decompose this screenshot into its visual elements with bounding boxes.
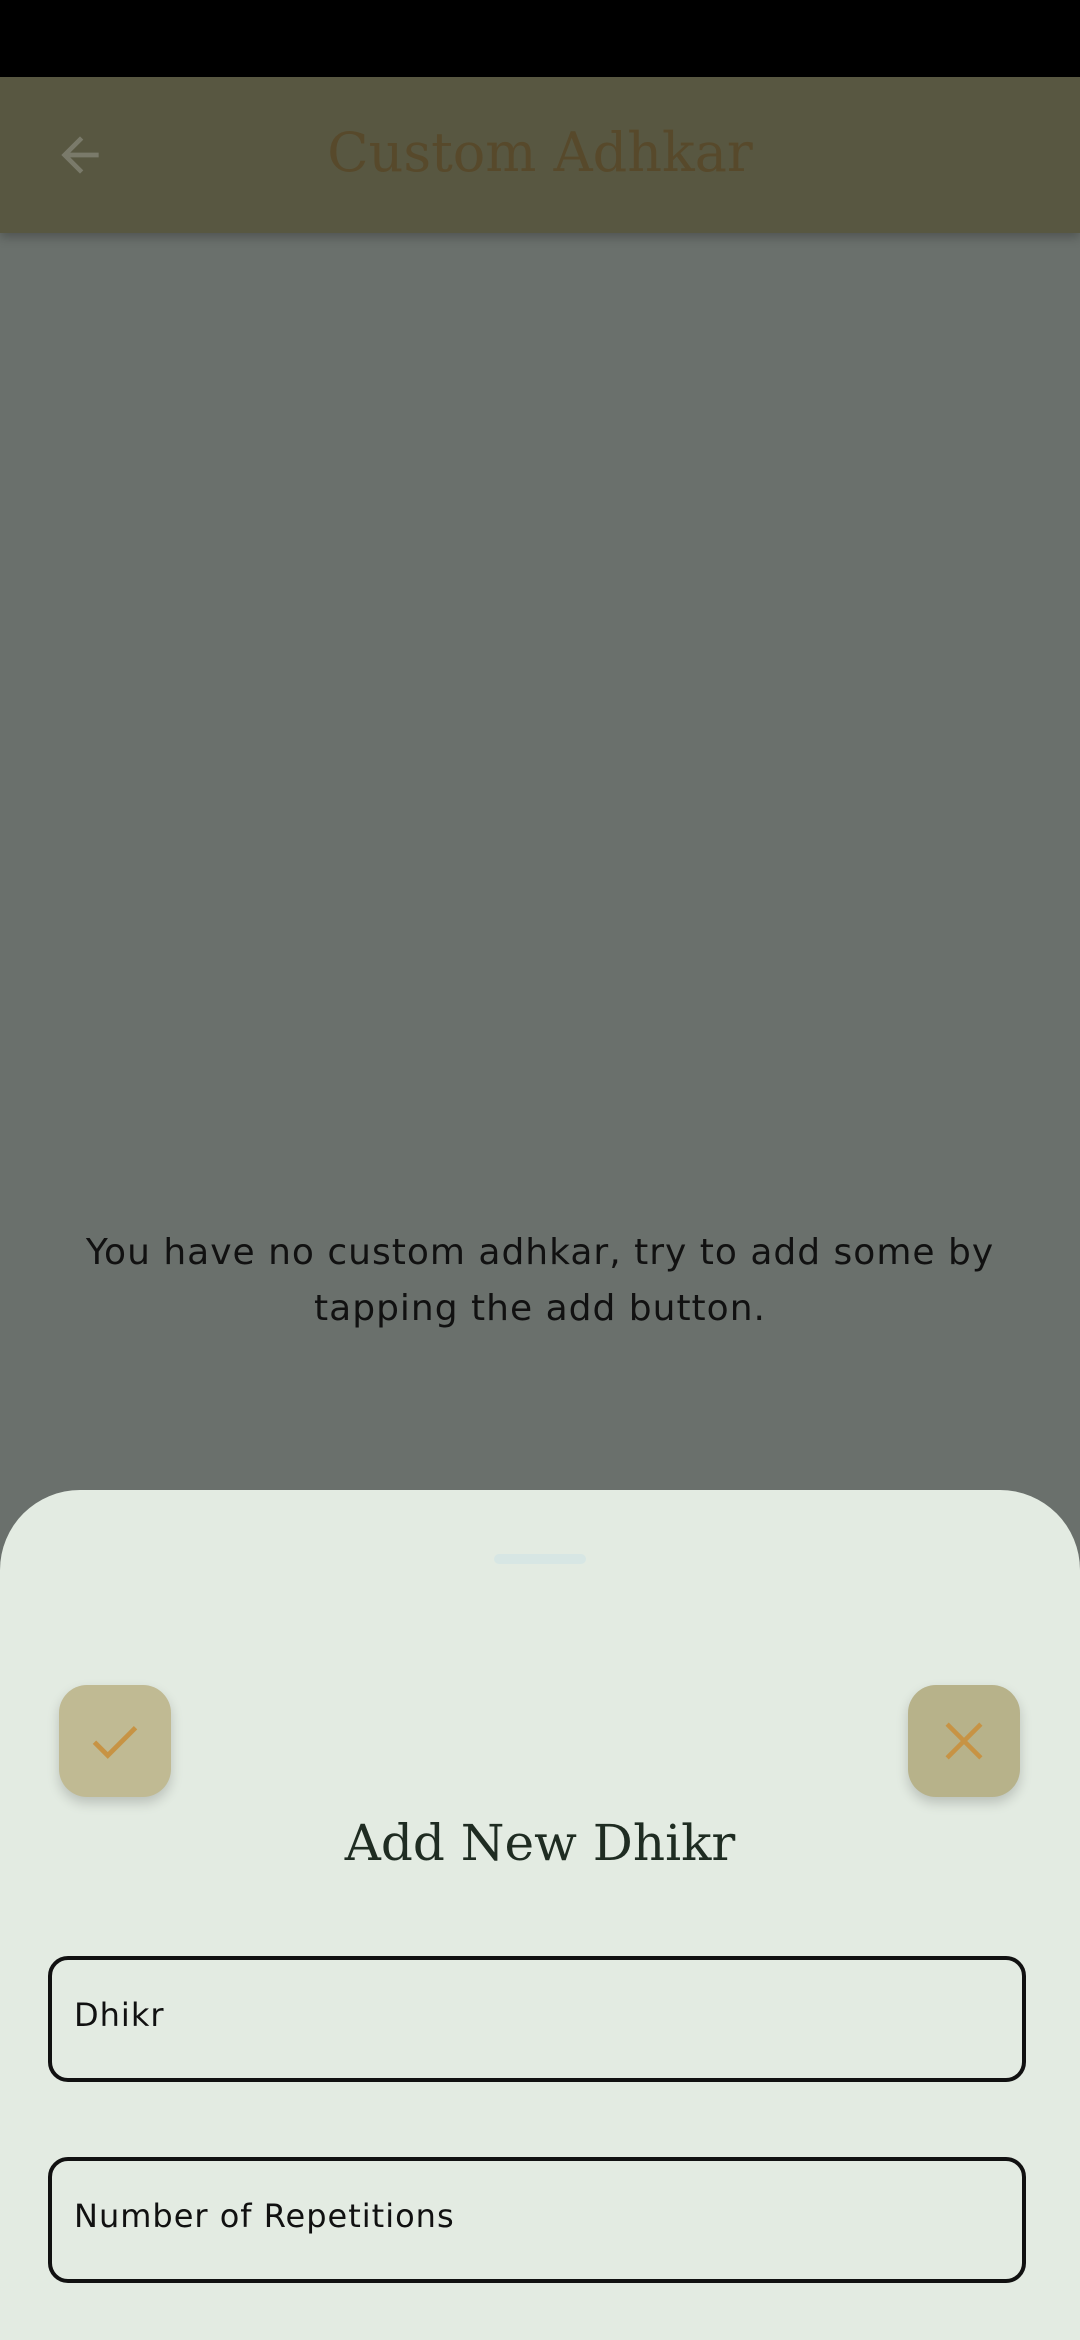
add-dhikr-bottom-sheet: Add New Dhikr Dhikr Number of Repetition… [0,1490,1080,2340]
check-icon [92,1725,138,1759]
empty-state-message: You have no custom adhkar, try to add so… [85,1232,995,1329]
cancel-button[interactable] [908,1685,1020,1797]
status-bar [0,0,1080,77]
repetitions-input-placeholder: Number of Repetitions [74,2197,455,2235]
dhikr-input-placeholder: Dhikr [74,1996,165,2034]
dhikr-input[interactable]: Dhikr [48,1956,1026,2082]
repetitions-input[interactable]: Number of Repetitions [48,2157,1026,2283]
sheet-title: Add New Dhikr [344,1814,736,1872]
app-bar: Custom Adhkar [0,77,1080,233]
page-title: Custom Adhkar [327,121,753,184]
drag-handle[interactable] [494,1554,586,1564]
close-icon [945,1722,983,1760]
confirm-button[interactable] [59,1685,171,1797]
